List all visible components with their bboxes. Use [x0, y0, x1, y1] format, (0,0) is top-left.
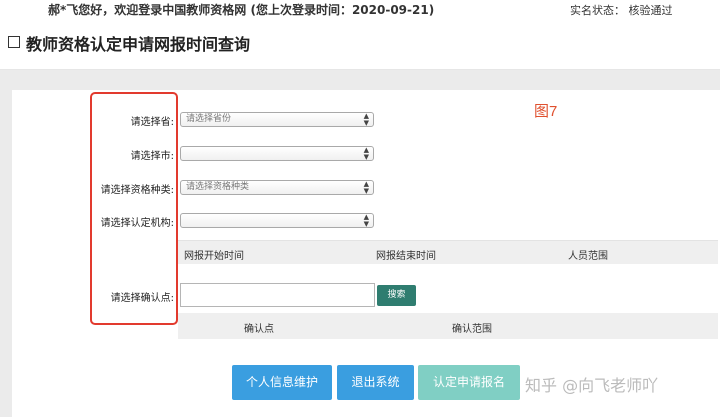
column-header-confirm-scope: 确认范围 — [452, 324, 492, 335]
page-title: 教师资格认定申请网报时间查询 — [26, 35, 251, 54]
agency-select[interactable]: ▲ ▼ — [180, 213, 374, 228]
select-arrows-icon: ▲ ▼ — [363, 112, 369, 127]
column-header-scope: 人员范围 — [568, 251, 608, 262]
confirm-point-table-header: 确认点 确认范围 — [178, 313, 718, 339]
qualification-type-select-value: 请选择资格种类 — [186, 182, 250, 192]
figure-label: 图7 — [534, 103, 558, 120]
column-header-confirm-point: 确认点 — [244, 324, 274, 335]
province-select[interactable]: 请选择省份 ▲ ▼ — [180, 112, 374, 127]
watermark: 知乎 @向飞老师吖 — [525, 376, 659, 395]
search-button[interactable]: 搜索 — [377, 285, 416, 306]
logout-button[interactable]: 退出系统 — [337, 365, 414, 400]
column-header-start-time: 网报开始时间 — [184, 251, 244, 262]
welcome-text: 郝*飞您好，欢迎登录中国教师资格网 (您上次登录时间：2020-09-21) — [48, 3, 435, 17]
confirm-point-input[interactable] — [180, 283, 375, 307]
schedule-table-header: 网报开始时间 网报结束时间 人员范围 — [178, 240, 718, 264]
city-select[interactable]: ▲ ▼ — [180, 146, 374, 161]
select-arrows-icon: ▲ ▼ — [363, 146, 369, 161]
select-arrows-icon: ▲ ▼ — [363, 180, 369, 195]
verification-status: 实名状态： 核验通过 — [570, 4, 673, 17]
annotation-highlight-box — [90, 92, 178, 325]
province-select-value: 请选择省份 — [186, 114, 232, 124]
apply-button[interactable]: 认定申请报名 — [418, 365, 520, 400]
qualification-type-select[interactable]: 请选择资格种类 ▲ ▼ — [180, 180, 374, 195]
square-icon — [8, 36, 20, 48]
select-arrows-icon: ▲ ▼ — [363, 213, 369, 228]
column-header-end-time: 网报结束时间 — [376, 251, 436, 262]
personal-info-button[interactable]: 个人信息维护 — [232, 365, 332, 400]
top-bar: 郝*飞您好，欢迎登录中国教师资格网 (您上次登录时间：2020-09-21) 实… — [0, 0, 720, 22]
